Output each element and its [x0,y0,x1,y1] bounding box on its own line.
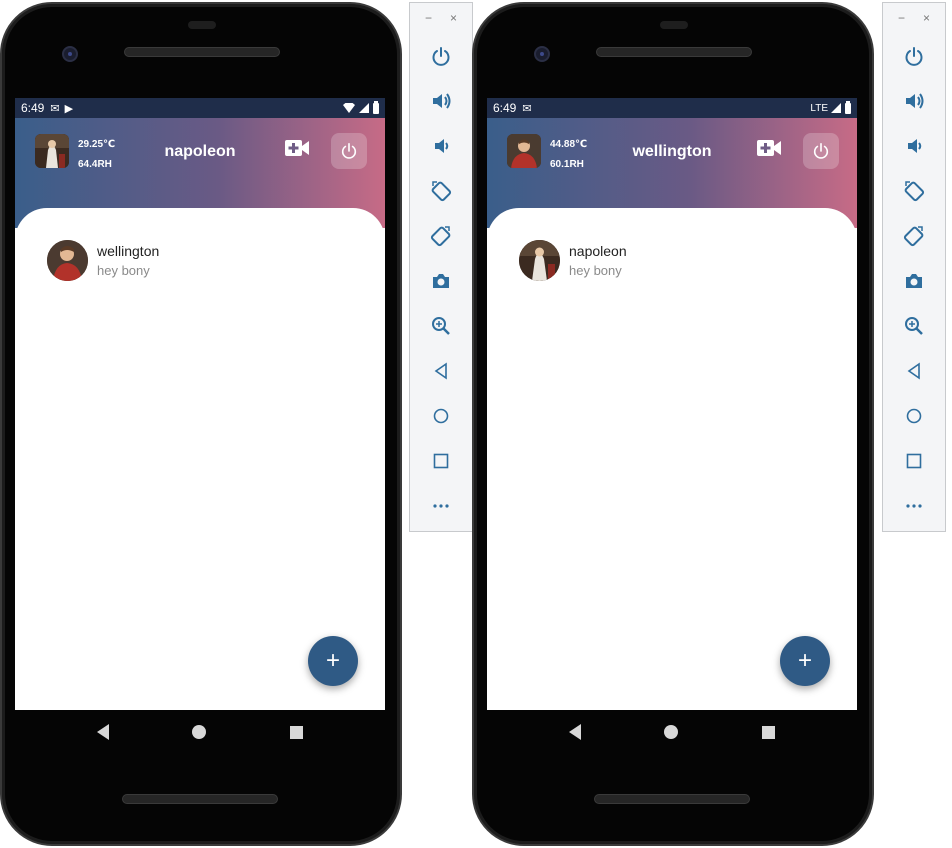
home-icon[interactable] [410,393,472,438]
mail-icon: ✉ [522,102,532,115]
window-controls: − × [883,3,945,33]
rotate-right-icon[interactable] [410,213,472,258]
nav-bar [15,710,385,754]
video-call-icon[interactable] [756,138,782,158]
screen: 6:49 ✉ LTE 44.88℃ 60.1RH wellington napo… [487,98,857,710]
front-camera [62,46,78,62]
volume-up-icon[interactable] [883,78,945,123]
close-button[interactable]: × [923,11,930,25]
window-controls: − × [410,3,472,33]
mail-icon: ✉ [50,102,60,115]
power-icon[interactable] [410,33,472,78]
minimize-button[interactable]: − [898,11,905,25]
back-icon[interactable] [410,348,472,393]
chat-list-sheet: napoleon hey bony [487,208,857,710]
close-button[interactable]: × [450,11,457,25]
battery-icon [845,100,851,114]
chat-list-item[interactable]: napoleon hey bony [519,240,627,281]
top-speaker [124,47,280,57]
volume-down-icon[interactable] [883,123,945,168]
power-button[interactable] [803,133,839,169]
sensor-readings: 29.25℃ 64.4RH [78,135,115,175]
play-store-icon: ▶ [64,102,74,115]
temperature-reading: 29.25℃ [78,139,116,150]
status-time: 6:49 [493,101,517,115]
video-call-icon[interactable] [284,138,310,158]
power-icon [341,142,357,159]
zoom-icon[interactable] [883,303,945,348]
camera-icon[interactable] [883,258,945,303]
more-icon[interactable] [883,483,945,528]
contact-avatar [47,240,88,281]
network-type: LTE [810,102,828,114]
power-button[interactable] [331,133,367,169]
minimize-button[interactable]: − [425,11,432,25]
top-speaker [596,47,752,57]
contact-avatar [519,240,560,281]
overview-icon[interactable] [762,725,776,739]
emulator-toolbar-left: − × [409,2,473,532]
add-chat-button[interactable]: + [780,636,830,686]
more-icon[interactable] [410,483,472,528]
rotate-left-icon[interactable] [883,168,945,213]
signal-icon [359,103,369,113]
home-icon[interactable] [883,393,945,438]
emulator-workspace: 6:49 ✉ ▶ 29.25℃ 64.4RH napoleon wellingt… [0,0,952,848]
profile-avatar[interactable] [507,134,541,168]
bottom-speaker [122,794,278,804]
zoom-icon[interactable] [410,303,472,348]
back-icon[interactable] [96,724,109,740]
power-icon [813,142,829,159]
chat-title: napoleon [164,143,236,160]
bottom-speaker [594,794,750,804]
volume-up-icon[interactable] [410,78,472,123]
status-time: 6:49 [21,101,45,115]
humidity-reading: 64.4RH [78,159,112,170]
last-message: hey bony [569,262,622,278]
camera-icon[interactable] [410,258,472,303]
contact-name: napoleon [569,242,627,259]
home-icon[interactable] [192,725,207,739]
home-icon[interactable] [664,725,679,739]
nav-bar [487,710,857,754]
phone-left: 6:49 ✉ ▶ 29.25℃ 64.4RH napoleon wellingt… [0,2,402,846]
power-icon[interactable] [883,33,945,78]
battery-icon [373,100,379,114]
chat-title: wellington [632,143,712,160]
overview-icon[interactable] [410,438,472,483]
add-chat-button[interactable]: + [308,636,358,686]
profile-avatar[interactable] [35,134,69,168]
overview-icon[interactable] [290,725,304,739]
sensor-readings: 44.88℃ 60.1RH [550,135,587,175]
chat-list-item[interactable]: wellington hey bony [47,240,159,281]
rotate-right-icon[interactable] [883,213,945,258]
contact-name: wellington [97,242,160,259]
screen: 6:49 ✉ ▶ 29.25℃ 64.4RH napoleon wellingt… [15,98,385,710]
emulator-toolbar-right: − × [882,2,946,532]
temperature-reading: 44.88℃ [550,139,588,150]
last-message: hey bony [97,262,150,278]
status-bar: 6:49 ✉ ▶ [15,98,385,118]
earpiece [660,21,688,29]
earpiece [188,21,216,29]
back-icon[interactable] [568,724,581,740]
volume-down-icon[interactable] [410,123,472,168]
back-icon[interactable] [883,348,945,393]
status-bar: 6:49 ✉ LTE [487,98,857,118]
front-camera [534,46,550,62]
humidity-reading: 60.1RH [550,159,584,170]
overview-icon[interactable] [883,438,945,483]
phone-right: 6:49 ✉ LTE 44.88℃ 60.1RH wellington napo… [472,2,874,846]
chat-list-sheet: wellington hey bony [15,208,385,710]
app-bar: 29.25℃ 64.4RH napoleon wellington hey bo… [15,118,385,710]
app-bar: 44.88℃ 60.1RH wellington napoleon hey bo… [487,118,857,710]
signal-icon [831,103,841,113]
wifi-icon [343,103,355,113]
rotate-left-icon[interactable] [410,168,472,213]
